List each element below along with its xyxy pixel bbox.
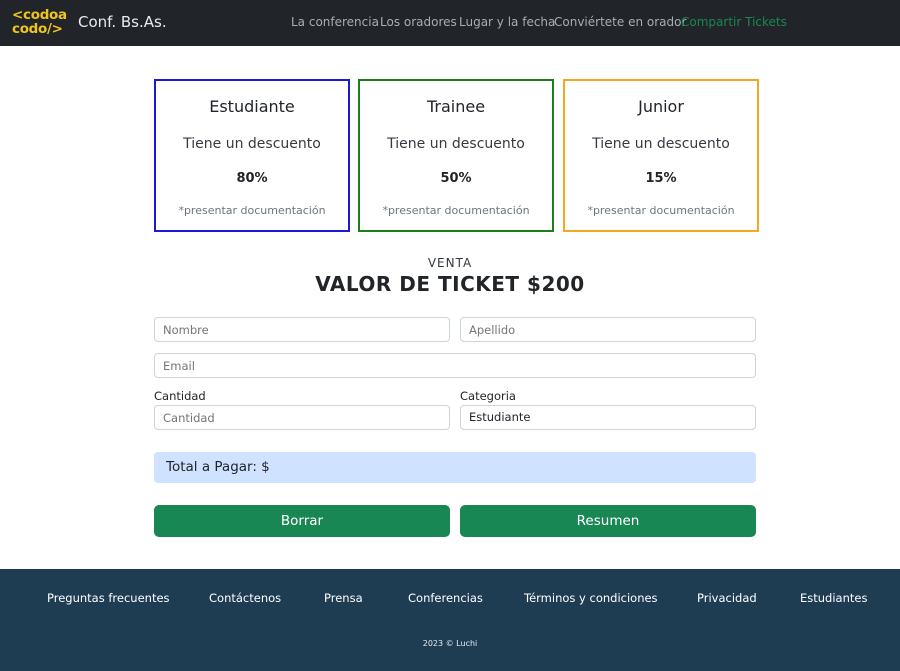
card-percent: 80% [236,171,268,186]
navbar: <codoa codo/> Conf. Bs.As. La conferenci… [0,0,900,46]
resumen-button[interactable]: Resumen [460,505,756,537]
categoria-select[interactable]: Estudiante [460,405,756,430]
apellido-input[interactable] [460,317,756,342]
discount-card-junior: Junior Tiene un descuento 15% *presentar… [563,79,759,232]
nav-link-la-conferencia[interactable]: La conferencia [291,15,379,29]
card-description: Tiene un descuento [387,136,525,152]
ticket-price-title: VALOR DE TICKET $200 [315,272,585,296]
cantidad-label: Cantidad [154,389,206,403]
nav-link-convertete-en-orador[interactable]: Conviértete en orador [554,15,686,29]
footer-link-conferencias[interactable]: Conferencias [408,591,483,605]
footer-link-estudiantes[interactable]: Estudiantes [800,591,867,605]
footer-link-terminos[interactable]: Términos y condiciones [524,591,658,605]
nav-link-lugar-y-fecha[interactable]: Lugar y la fecha [459,15,555,29]
nombre-input[interactable] [154,317,450,342]
card-title: Estudiante [209,97,295,116]
venta-label: VENTA [427,256,473,270]
total-to-pay: Total a Pagar: $ [154,452,756,483]
discount-card-trainee: Trainee Tiene un descuento 50% *presenta… [358,79,554,232]
discount-card-estudiante: Estudiante Tiene un descuento 80% *prese… [154,79,350,232]
cantidad-input[interactable] [154,405,450,430]
nav-link-compartir-tickets[interactable]: Compartir Tickets [681,15,787,29]
card-title: Trainee [426,97,486,116]
card-note: *presentar documentación [587,204,735,217]
card-description: Tiene un descuento [183,136,321,152]
card-note: *presentar documentación [382,204,530,217]
footer-link-privacidad[interactable]: Privacidad [697,591,757,605]
borrar-button[interactable]: Borrar [154,505,450,537]
card-title: Junior [638,97,684,116]
email-input[interactable] [154,353,756,378]
copyright: 2023 © Luchi [422,639,478,648]
categoria-label: Categoria [460,389,516,403]
nav-links: La conferencia Los oradores Lugar y la f… [0,15,900,33]
card-note: *presentar documentación [178,204,326,217]
footer-link-prensa[interactable]: Prensa [324,591,363,605]
card-description: Tiene un descuento [592,136,730,152]
footer-link-contactenos[interactable]: Contáctenos [209,591,281,605]
footer: Preguntas frecuentes Contáctenos Prensa … [0,569,900,671]
nav-link-los-oradores[interactable]: Los oradores [380,15,457,29]
card-percent: 50% [440,171,472,186]
card-percent: 15% [645,171,677,186]
footer-link-preguntas-frecuentes[interactable]: Preguntas frecuentes [47,591,170,605]
